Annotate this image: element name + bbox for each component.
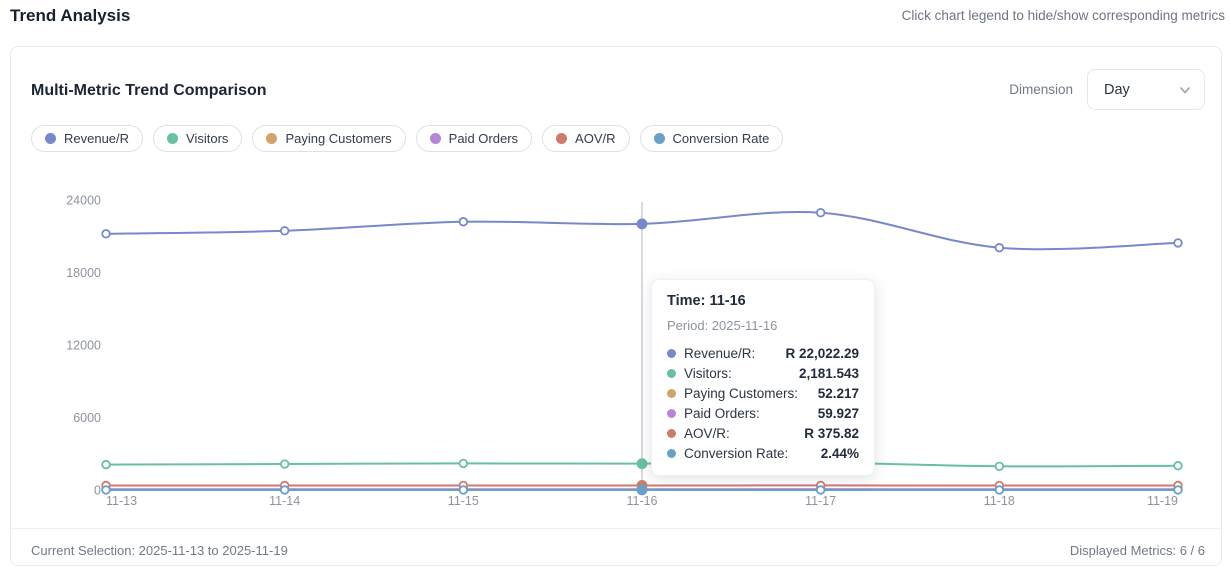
- tooltip-metric-dot: [667, 429, 676, 438]
- data-point[interactable]: [638, 459, 647, 468]
- y-axis-tick-label: 24000: [66, 194, 101, 208]
- y-axis-tick-label: 12000: [66, 339, 101, 353]
- data-point[interactable]: [1174, 462, 1182, 470]
- chart-tooltip: Time: 11-16 Period: 2025-11-16 Revenue/R…: [651, 279, 875, 476]
- data-point[interactable]: [460, 460, 468, 468]
- x-axis-tick-label: 11-14: [269, 494, 300, 508]
- tooltip-metric-label: Conversion Rate:: [684, 446, 788, 461]
- data-point[interactable]: [996, 244, 1004, 252]
- legend-hint-text: Click chart legend to hide/show correspo…: [902, 8, 1225, 23]
- x-axis-tick-label: 11-16: [626, 494, 657, 508]
- tooltip-row: Visitors: 2,181.543: [667, 363, 859, 383]
- displayed-metrics-text: Displayed Metrics: 6 / 6: [1070, 543, 1205, 558]
- tooltip-row: Revenue/R: R 22,022.29: [667, 343, 859, 363]
- tooltip-metric-dot: [667, 369, 676, 378]
- tooltip-metric-label: AOV/R:: [684, 426, 730, 441]
- data-point[interactable]: [996, 486, 1004, 494]
- y-axis-tick-label: 0: [94, 484, 101, 498]
- tooltip-metric-value: R 22,022.29: [785, 346, 859, 361]
- tooltip-row: Paid Orders: 59.927: [667, 403, 859, 423]
- data-point[interactable]: [817, 486, 825, 494]
- y-axis-tick-label: 6000: [73, 411, 101, 425]
- tooltip-metric-dot: [667, 409, 676, 418]
- x-axis-tick-label: 11-19: [1147, 494, 1178, 508]
- tooltip-metric-value: 52.217: [818, 386, 859, 401]
- data-point[interactable]: [638, 219, 647, 228]
- x-axis-tick-label: 11-13: [106, 494, 137, 508]
- data-point[interactable]: [102, 461, 110, 469]
- tooltip-row: AOV/R: R 375.82: [667, 423, 859, 443]
- data-point[interactable]: [460, 486, 468, 494]
- page-header: Trend Analysis Click chart legend to hid…: [0, 0, 1231, 40]
- data-point[interactable]: [817, 209, 825, 217]
- tooltip-metric-dot: [667, 449, 676, 458]
- data-point[interactable]: [281, 227, 289, 235]
- data-point[interactable]: [1174, 239, 1182, 247]
- tooltip-metric-label: Revenue/R:: [684, 346, 755, 361]
- x-axis-tick-label: 11-17: [805, 494, 836, 508]
- data-point[interactable]: [996, 463, 1004, 471]
- tooltip-metric-value: R 375.82: [804, 426, 859, 441]
- data-point[interactable]: [1174, 486, 1182, 494]
- tooltip-metric-value: 2,181.543: [799, 366, 859, 381]
- card-footer: Current Selection: 2025-11-13 to 2025-11…: [11, 528, 1221, 529]
- current-selection-text: Current Selection: 2025-11-13 to 2025-11…: [31, 543, 288, 558]
- tooltip-metric-label: Paying Customers:: [684, 386, 798, 401]
- trend-line-chart[interactable]: 0 6000 12000 18000 24000 11-13 11-14 11-15 11-16…: [11, 47, 1222, 517]
- tooltip-metric-label: Paid Orders:: [684, 406, 760, 421]
- data-point[interactable]: [281, 460, 289, 468]
- tooltip-time-title: Time: 11-16: [667, 293, 859, 309]
- x-axis-tick-label: 11-15: [448, 494, 479, 508]
- y-axis-tick-label: 18000: [66, 266, 101, 280]
- x-axis-tick-label: 11-18: [984, 494, 1015, 508]
- tooltip-metric-dot: [667, 349, 676, 358]
- data-point[interactable]: [102, 230, 110, 238]
- trend-card: Multi-Metric Trend Comparison Dimension …: [10, 46, 1222, 566]
- tooltip-period: Period: 2025-11-16: [667, 318, 859, 333]
- tooltip-metric-value: 2.44%: [821, 446, 859, 461]
- page-title: Trend Analysis: [10, 6, 130, 26]
- data-point[interactable]: [638, 485, 647, 494]
- tooltip-metric-value: 59.927: [818, 406, 859, 421]
- tooltip-row: Paying Customers: 52.217: [667, 383, 859, 403]
- tooltip-metric-label: Visitors:: [684, 366, 732, 381]
- data-point[interactable]: [102, 486, 110, 494]
- tooltip-row: Conversion Rate: 2.44%: [667, 443, 859, 463]
- data-point[interactable]: [460, 218, 468, 226]
- data-point[interactable]: [281, 486, 289, 494]
- tooltip-metric-dot: [667, 389, 676, 398]
